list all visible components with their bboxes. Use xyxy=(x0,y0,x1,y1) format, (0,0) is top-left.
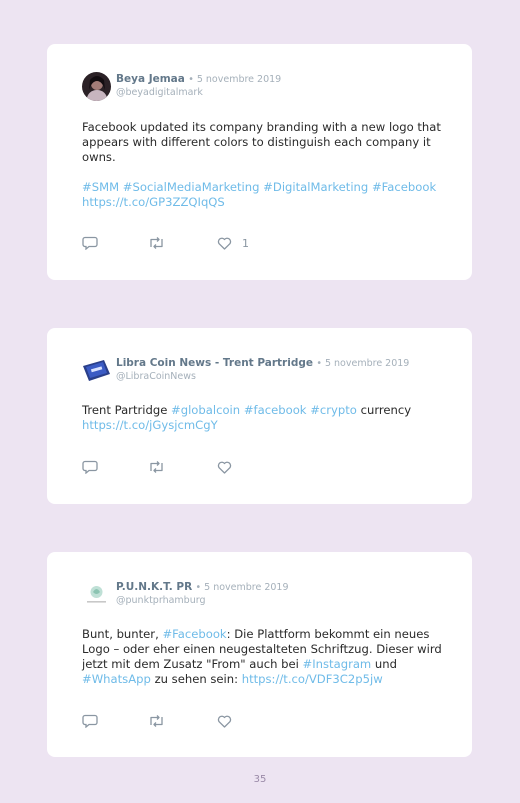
tweet-text-content: currency xyxy=(360,403,412,417)
hashtag-link[interactable]: #crypto xyxy=(310,403,357,417)
author-name[interactable]: Libra Coin News - Trent Partridge xyxy=(116,357,313,369)
heart-icon[interactable] xyxy=(217,237,232,250)
tweet-text: Trent Partridge #globalcoin #facebook #c… xyxy=(82,403,442,433)
reply-icon[interactable] xyxy=(82,236,98,250)
tweet-card-3: P.U.N.K.T. PR • 5 novembre 2019 @punktpr… xyxy=(47,552,472,757)
tweet-header: P.U.N.K.T. PR • 5 novembre 2019 @punktpr… xyxy=(82,580,289,609)
author-handle[interactable]: @punktprhamburg xyxy=(116,594,289,607)
tweet-actions xyxy=(82,459,232,475)
tweet-header: Libra Coin News - Trent Partridge • 5 no… xyxy=(82,356,409,385)
tweet-text-content: und xyxy=(374,657,397,671)
tweet-text: Bunt, bunter, #Facebook: Die Plattform b… xyxy=(82,627,442,687)
author-handle[interactable]: @beyadigitalmark xyxy=(116,86,281,99)
avatar[interactable] xyxy=(82,580,111,609)
tweet-meta: P.U.N.K.T. PR • 5 novembre 2019 @punktpr… xyxy=(116,581,289,607)
tweet-card-1: Beya Jemaa • 5 novembre 2019 @beyadigita… xyxy=(47,44,472,280)
hashtag-link[interactable]: #DigitalMarketing xyxy=(263,180,368,194)
hashtag-link[interactable]: #facebook xyxy=(244,403,307,417)
tweet-meta: Libra Coin News - Trent Partridge • 5 no… xyxy=(116,357,409,383)
hashtag-link[interactable]: #Facebook xyxy=(372,180,436,194)
tweet-card-2: Libra Coin News - Trent Partridge • 5 no… xyxy=(47,328,472,504)
tweet-meta: Beya Jemaa • 5 novembre 2019 @beyadigita… xyxy=(116,73,281,99)
tweet-header: Beya Jemaa • 5 novembre 2019 @beyadigita… xyxy=(82,72,281,101)
hashtag-link[interactable]: #Instagram xyxy=(303,657,372,671)
tweet-text-content: zu sehen sein: xyxy=(154,672,239,686)
tweet-text: Facebook updated its company branding wi… xyxy=(82,120,442,210)
hashtag-link[interactable]: #globalcoin xyxy=(171,403,240,417)
heart-icon[interactable] xyxy=(217,715,232,728)
reply-icon[interactable] xyxy=(82,714,98,728)
author-handle[interactable]: @LibraCoinNews xyxy=(116,370,409,383)
retweet-icon[interactable] xyxy=(148,714,165,728)
tweet-actions: 1 xyxy=(82,235,249,251)
retweet-icon[interactable] xyxy=(148,236,165,250)
tweet-url-link[interactable]: https://t.co/jGysjcmCgY xyxy=(82,418,218,432)
author-name[interactable]: Beya Jemaa xyxy=(116,73,185,85)
tweet-text-content: Trent Partridge xyxy=(82,403,168,417)
heart-icon[interactable] xyxy=(217,461,232,474)
hashtag-link[interactable]: #Facebook xyxy=(162,627,226,641)
tweet-actions xyxy=(82,713,232,729)
tweet-date[interactable]: • 5 novembre 2019 xyxy=(196,582,289,593)
avatar[interactable] xyxy=(82,72,111,101)
reply-icon[interactable] xyxy=(82,460,98,474)
author-name[interactable]: P.U.N.K.T. PR xyxy=(116,581,192,593)
hashtag-link[interactable]: #WhatsApp xyxy=(82,672,151,686)
avatar[interactable] xyxy=(82,356,111,385)
tweet-date[interactable]: • 5 novembre 2019 xyxy=(316,358,409,369)
tweet-url-link[interactable]: https://t.co/VDF3C2p5jw xyxy=(242,672,383,686)
hashtag-link[interactable]: #SMM xyxy=(82,180,119,194)
tweet-text-content: Facebook updated its company branding wi… xyxy=(82,120,441,164)
retweet-icon[interactable] xyxy=(148,460,165,474)
tweet-date[interactable]: • 5 novembre 2019 xyxy=(188,74,281,85)
tweet-url-link[interactable]: https://t.co/GP3ZZQIqQS xyxy=(82,195,225,209)
page-number: 35 xyxy=(253,774,267,785)
like-count: 1 xyxy=(242,236,249,250)
hashtag-link[interactable]: #SocialMediaMarketing xyxy=(123,180,260,194)
tweet-text-content: Bunt, bunter, xyxy=(82,627,159,641)
